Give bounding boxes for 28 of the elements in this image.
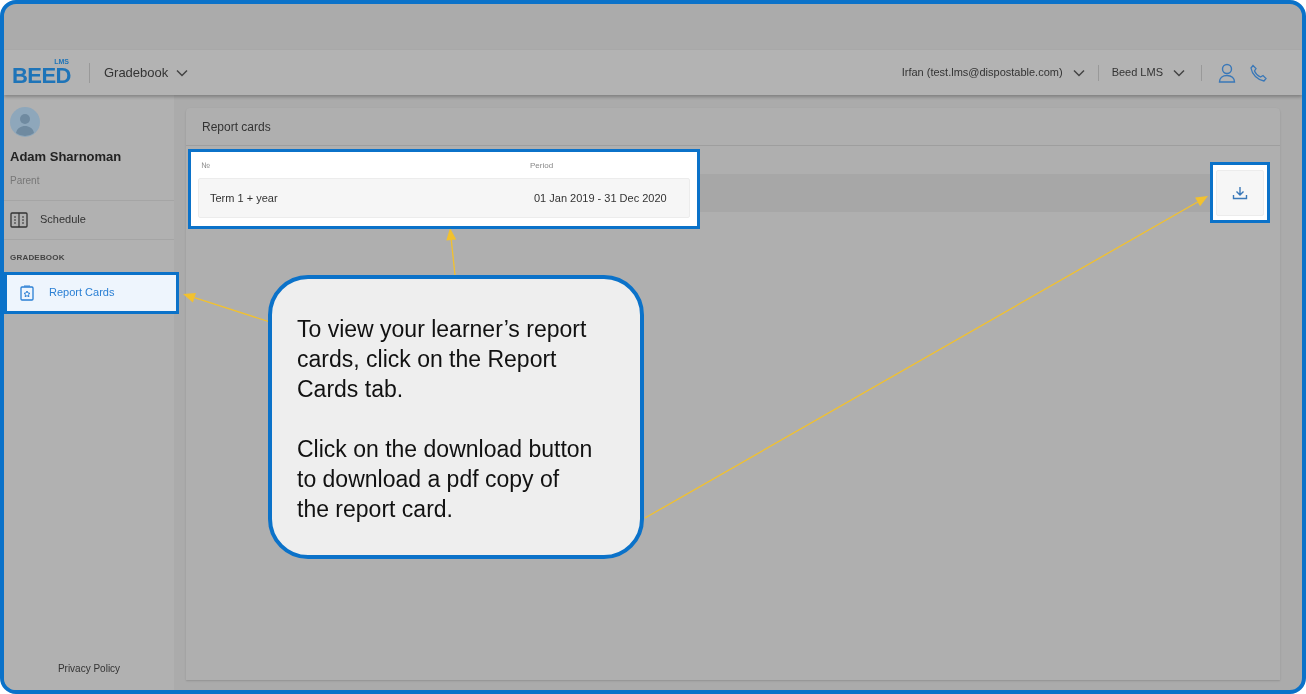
sidebar-item[interactable]: Schedule	[4, 200, 174, 239]
user-name: Adam Sharnoman	[10, 148, 123, 166]
chevron-down-icon	[176, 68, 189, 77]
chevron-down-icon	[1072, 68, 1085, 77]
pointer-arrow	[446, 228, 457, 276]
table-cell-text: 01 Jan 2019 - 31 Dec 2020	[534, 190, 667, 206]
column-header: №	[200, 160, 211, 172]
download-button[interactable]	[1216, 169, 1264, 216]
calendar-icon	[10, 211, 28, 228]
report-card-icon	[19, 284, 35, 301]
avatar-icon	[10, 107, 40, 137]
sidebar-item[interactable]: Report Cards	[4, 271, 179, 314]
phone-icon[interactable]	[1250, 63, 1268, 82]
user-icon[interactable]	[1218, 62, 1236, 83]
user-role: Parent	[10, 173, 41, 188]
logo: BEED	[12, 64, 71, 87]
account-dropdown[interactable]: Irfan (test.lms@dispostable.com)	[901, 64, 1085, 81]
callout-text: To view your learner’s report cards, click on the Report Cards tab.	[297, 315, 588, 404]
module-dropdown[interactable]: Gradebook	[103, 62, 189, 83]
table-cell-text: Term 1 + year	[209, 190, 279, 206]
section-heading: GRADEBOOK	[10, 251, 66, 264]
school-dropdown[interactable]: Beed LMS	[1111, 64, 1185, 81]
privacy-policy-link[interactable]: Privacy Policy	[57, 661, 121, 676]
callout-text: Click on the download button to download a pdf copy of the report card.	[297, 435, 594, 524]
chevron-down-icon	[1173, 68, 1185, 77]
column-header: Period	[530, 160, 554, 172]
download-icon	[1232, 185, 1248, 200]
panel-title: Report cards	[202, 118, 271, 136]
